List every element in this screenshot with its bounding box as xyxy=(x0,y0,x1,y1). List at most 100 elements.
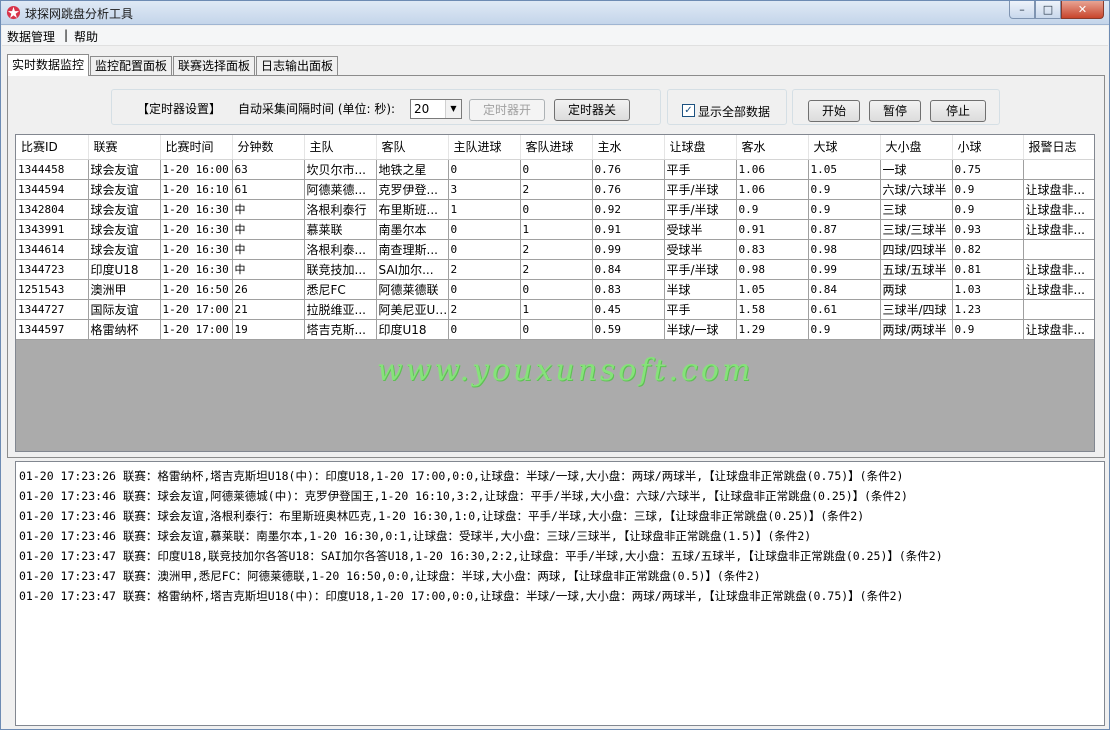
close-button[interactable]: ✕ xyxy=(1061,1,1104,19)
log-line: 01-20 17:23:47 联赛：格雷纳杯,塔吉克斯坦U18(中)：印度U18… xyxy=(19,589,904,603)
column-header[interactable]: 比赛ID xyxy=(16,135,89,160)
table-cell: 1 xyxy=(520,219,593,240)
timer-off-button[interactable]: 定时器关 xyxy=(554,99,630,121)
table-cell: 0.91 xyxy=(592,219,665,240)
timer-section-label: 【定时器设置】 xyxy=(137,102,222,116)
table-row[interactable]: 1344727 国际友谊 1-20 17:00 21 拉脱维亚... 阿美尼亚U17 2 1 0… xyxy=(16,299,1094,320)
table-cell: 洛根利泰... xyxy=(304,239,377,260)
tab-log-output[interactable]: 日志输出面板 xyxy=(256,56,339,76)
table-cell: 0.9 xyxy=(736,199,809,220)
table-cell: 三球半/四球 xyxy=(880,299,953,320)
table-cell: 两球/两球半 xyxy=(880,319,953,340)
table-cell: 1-20 16:50 xyxy=(160,279,233,300)
window-controls: – □ ✕ xyxy=(1009,1,1104,20)
table-row[interactable]: 1251543 澳洲甲 1-20 16:50 26 悉尼FC 阿德莱德联 0 0 0.83 半球 1… xyxy=(16,279,1094,300)
table-cell: 拉脱维亚... xyxy=(304,299,377,320)
show-all-checkbox[interactable]: ✓ xyxy=(682,104,695,117)
table-cell: 0.76 xyxy=(592,159,665,180)
table-cell: 球会友谊 xyxy=(88,159,161,180)
column-header[interactable]: 客队进球 xyxy=(520,135,593,160)
table-cell: 洛根利泰行 xyxy=(304,199,377,220)
pause-button[interactable]: 暂停 xyxy=(869,100,921,122)
log-line: 01-20 17:23:46 联赛：球会友谊,阿德莱德城(中)：克罗伊登国王,1… xyxy=(19,489,908,503)
column-header[interactable]: 比赛时间 xyxy=(160,135,233,160)
match-data-grid[interactable]: 比赛ID 联赛 比赛时间 分钟数 主队 客队 主队进球 客队进球 主水 让球盘 客水 大球 大小盘 小球报… xyxy=(15,134,1095,452)
start-button[interactable]: 开始 xyxy=(808,100,860,122)
column-header[interactable]: 主队进球 xyxy=(448,135,521,160)
table-row[interactable]: 1344614 球会友谊 1-20 16:30 中洛根利泰... 南查理斯... 0 2 0.… xyxy=(16,239,1094,260)
column-header[interactable]: 联赛 xyxy=(88,135,161,160)
log-line: 01-20 17:23:46 联赛：球会友谊,慕莱联：南墨尔本,1-20 16:… xyxy=(19,529,812,543)
table-cell: 0.84 xyxy=(592,259,665,280)
alert-log-textarea[interactable]: 01-20 17:23:26 联赛：格雷纳杯,塔吉克斯坦U18(中)：印度U18… xyxy=(15,461,1105,726)
table-row[interactable]: 1343991 球会友谊 1-20 16:30 中慕莱联 南墨尔本 0 1 0.91 受球半 0.… xyxy=(16,219,1094,240)
table-cell: 五球/五球半 xyxy=(880,259,953,280)
table-cell: 1344597 xyxy=(16,319,89,340)
table-cell: 半球/一球 xyxy=(664,319,737,340)
table-cell: 地铁之星 xyxy=(376,159,449,180)
table-cell: 1344614 xyxy=(16,239,89,260)
menu-help[interactable]: 帮助 xyxy=(74,28,98,45)
chevron-down-icon[interactable]: ▼ xyxy=(445,100,461,118)
table-cell: 布里斯班... xyxy=(376,199,449,220)
table-cell: 联竞技加... xyxy=(304,259,377,280)
table-cell: 2 xyxy=(448,259,521,280)
watermark-text: www.youxunsoft.com xyxy=(377,353,754,388)
table-row[interactable]: 1344597 格雷纳杯 1-20 17:00 19 塔吉克斯... 印度U18 0 0 0.5… xyxy=(16,319,1094,340)
column-header[interactable]: 让球盘 xyxy=(664,135,737,160)
stop-button[interactable]: 停止 xyxy=(930,100,986,122)
table-cell: 0 xyxy=(448,279,521,300)
column-header[interactable]: 客水 xyxy=(736,135,809,160)
table-row[interactable]: 1344594 球会友谊 1-20 16:10 61 阿德莱德... 克罗伊登... 3 2 0… xyxy=(16,179,1094,200)
display-group: ✓ 显示全部数据 xyxy=(667,89,787,125)
table-row[interactable]: 1344723 印度U18 1-20 16:30 中联竞技加... SAI加尔... 2 2… xyxy=(16,259,1094,280)
table-row[interactable]: 1342804 球会友谊 1-20 16:30 中洛根利泰行 布里斯班... 1 0 0.92… xyxy=(16,199,1094,220)
column-header[interactable]: 主水 xyxy=(592,135,665,160)
table-cell: 0 xyxy=(520,199,593,220)
table-cell: 19 xyxy=(232,319,305,340)
column-header[interactable]: 分钟数 xyxy=(232,135,305,160)
tab-monitor-config[interactable]: 监控配置面板 xyxy=(90,56,173,76)
table-cell: 中 xyxy=(232,199,305,220)
table-cell: 1.05 xyxy=(808,159,881,180)
table-cell: 0.45 xyxy=(592,299,665,320)
menu-data-management[interactable]: 数据管理 xyxy=(7,28,55,45)
table-cell: 1251543 xyxy=(16,279,89,300)
column-header[interactable]: 客队 xyxy=(376,135,449,160)
table-cell: 让球盘非... xyxy=(1023,319,1094,340)
table-cell: 印度U18 xyxy=(88,259,161,280)
table-cell: 平手/半球 xyxy=(664,259,737,280)
table-cell: 1-20 17:00 xyxy=(160,299,233,320)
table-cell: 平手 xyxy=(664,299,737,320)
maximize-button[interactable]: □ xyxy=(1035,1,1061,19)
timer-on-button[interactable]: 定时器开 xyxy=(469,99,545,121)
table-cell: 中 xyxy=(232,259,305,280)
table-cell: 1.06 xyxy=(736,159,809,180)
column-header[interactable]: 报警日志 xyxy=(1023,135,1094,160)
table-cell: 让球盘非... xyxy=(1023,199,1094,220)
table-cell: 国际友谊 xyxy=(88,299,161,320)
column-header[interactable]: 大球 xyxy=(808,135,881,160)
column-header[interactable]: 主队 xyxy=(304,135,377,160)
table-cell: 0.82 xyxy=(952,239,1024,260)
column-header[interactable]: 小球 xyxy=(952,135,1024,160)
table-cell: 1-20 16:30 xyxy=(160,239,233,260)
menu-bar: 数据管理 | 帮助 xyxy=(2,26,1108,46)
column-header[interactable]: 大小盘 xyxy=(880,135,953,160)
table-cell: 1-20 16:30 xyxy=(160,259,233,280)
log-line: 01-20 17:23:46 联赛：球会友谊,洛根利泰行：布里斯班奥林匹克,1-… xyxy=(19,509,865,523)
show-all-label[interactable]: 显示全部数据 xyxy=(698,103,770,120)
table-cell: 0.99 xyxy=(808,259,881,280)
tab-league-select[interactable]: 联赛选择面板 xyxy=(173,56,256,76)
table-cell: 球会友谊 xyxy=(88,219,161,240)
table-cell: 0.98 xyxy=(808,239,881,260)
table-row[interactable]: 1344458 球会友谊 1-20 16:00 63 坎贝尔市... 地铁之星 0 0 0.76… xyxy=(16,159,1094,180)
tab-realtime-monitor[interactable]: 实时数据监控 xyxy=(7,54,90,76)
table-cell: 克罗伊登... xyxy=(376,179,449,200)
minimize-button[interactable]: – xyxy=(1009,1,1035,19)
table-cell: 21 xyxy=(232,299,305,320)
table-cell: 63 xyxy=(232,159,305,180)
table-cell: 2 xyxy=(520,239,593,260)
table-cell: 南墨尔本 xyxy=(376,219,449,240)
interval-select[interactable]: 20 ▼ xyxy=(410,99,462,119)
